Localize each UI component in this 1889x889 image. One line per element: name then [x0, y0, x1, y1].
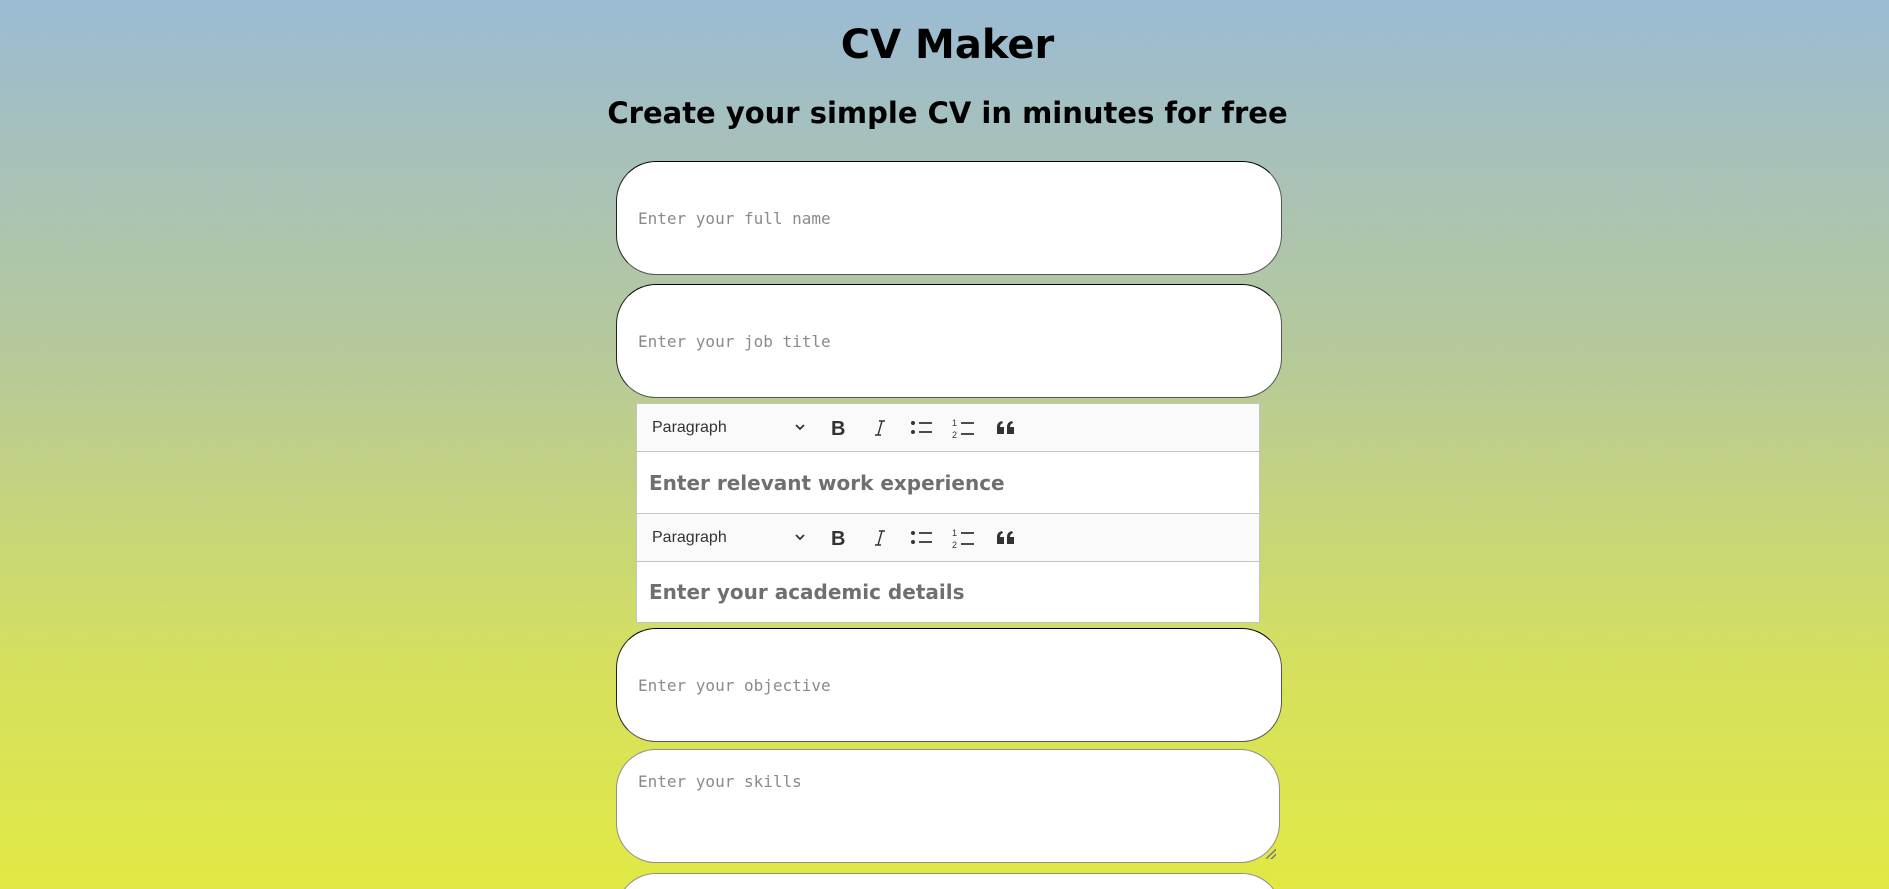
numbered-list-button[interactable]: 12 — [948, 412, 980, 444]
page: CV Maker Create your simple CV in minute… — [0, 0, 1889, 889]
svg-text:1: 1 — [952, 418, 957, 428]
academic-content[interactable]: Enter your academic details — [637, 562, 1259, 623]
academic-placeholder: Enter your academic details — [649, 580, 965, 604]
italic-icon — [875, 420, 885, 436]
app-title: CV Maker — [840, 22, 1055, 68]
block-quote-icon — [997, 421, 1014, 434]
bulleted-list-icon — [911, 421, 932, 434]
skills-textarea[interactable]: Enter your skills — [616, 749, 1280, 863]
bold-button[interactable]: B — [822, 522, 854, 554]
academic-toolbar: Paragraph B 12 — [637, 513, 1259, 562]
heading-dropdown-value: Paragraph — [652, 419, 727, 436]
objective-placeholder: Enter your objective — [638, 675, 831, 695]
numbered-list-icon: 12 — [952, 418, 974, 439]
block-quote-icon — [997, 531, 1014, 544]
resize-handle[interactable] — [1266, 849, 1276, 859]
page-subtitle: Create your simple CV in minutes for fre… — [607, 96, 1288, 130]
svg-text:B: B — [831, 528, 845, 548]
svg-text:2: 2 — [952, 540, 957, 549]
italic-icon — [875, 530, 885, 546]
bold-icon: B — [831, 528, 845, 548]
block-quote-button[interactable] — [990, 522, 1022, 554]
bold-icon: B — [831, 418, 845, 438]
heading-dropdown[interactable]: Paragraph — [652, 404, 807, 452]
academic-editor: Paragraph B 12 Enter your academic detai… — [636, 513, 1260, 623]
work-experience-editor: Paragraph B 12 Enter relevant work exper… — [636, 403, 1260, 513]
job-title-input[interactable]: Enter your job title — [616, 284, 1282, 398]
bulleted-list-button[interactable] — [906, 412, 938, 444]
chevron-down-icon — [795, 424, 805, 431]
full-name-input[interactable]: Enter your full name — [616, 161, 1282, 275]
italic-button[interactable] — [864, 412, 896, 444]
chevron-down-icon — [795, 534, 805, 541]
bulleted-list-button[interactable] — [906, 522, 938, 554]
bulleted-list-icon — [911, 531, 932, 544]
objective-input[interactable]: Enter your objective — [616, 628, 1282, 742]
heading-dropdown[interactable]: Paragraph — [652, 514, 807, 562]
svg-text:1: 1 — [952, 528, 957, 538]
work-experience-placeholder: Enter relevant work experience — [649, 470, 1005, 495]
numbered-list-button[interactable]: 12 — [948, 522, 980, 554]
full-name-placeholder: Enter your full name — [638, 208, 831, 228]
numbered-list-icon: 12 — [952, 528, 974, 549]
svg-text:2: 2 — [952, 430, 957, 439]
italic-button[interactable] — [864, 522, 896, 554]
skills-placeholder: Enter your skills — [638, 772, 802, 791]
bold-button[interactable]: B — [822, 412, 854, 444]
work-experience-toolbar: Paragraph B 12 — [637, 403, 1259, 452]
job-title-placeholder: Enter your job title — [638, 331, 831, 351]
next-input-partial[interactable] — [616, 873, 1282, 889]
block-quote-button[interactable] — [990, 412, 1022, 444]
work-experience-content[interactable]: Enter relevant work experience — [637, 452, 1259, 513]
svg-text:B: B — [831, 418, 845, 438]
heading-dropdown-value: Paragraph — [652, 529, 727, 546]
